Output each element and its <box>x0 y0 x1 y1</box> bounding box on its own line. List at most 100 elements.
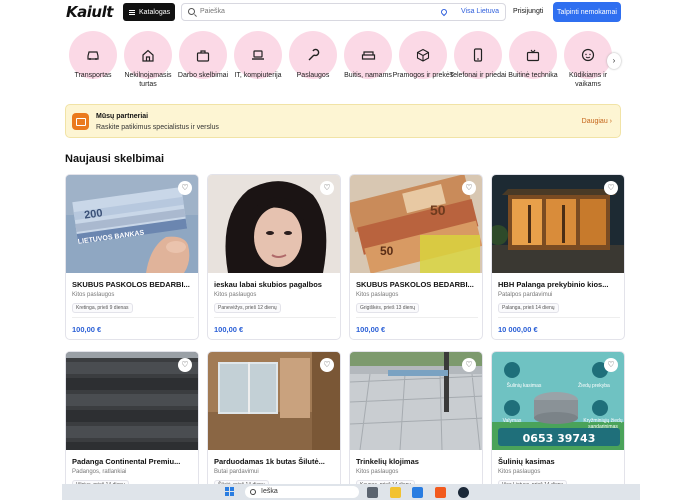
catalog-label: Katalogas <box>139 8 171 16</box>
listing-card[interactable]: ♡ Trinkelių klojimas Kitos paslaugos Kau… <box>349 351 483 500</box>
svg-text:50: 50 <box>430 202 446 218</box>
file-explorer-icon[interactable] <box>390 487 401 498</box>
favorite-heart-icon[interactable]: ♡ <box>604 358 618 372</box>
section-title: Naujausi skelbimai <box>65 153 165 165</box>
baby-icon <box>581 48 595 62</box>
listing-price: 100,00 € <box>72 325 102 334</box>
listing-card[interactable]: Šulinių kasimas Žiedų prekyba Valymas Kr… <box>491 351 625 500</box>
favorite-heart-icon[interactable]: ♡ <box>320 181 334 195</box>
category-label: Kūdikiams ir vaikams <box>568 72 608 88</box>
phone-icon <box>473 48 483 62</box>
listing-price: 100,00 € <box>356 325 386 334</box>
car-icon <box>87 51 99 60</box>
wrench-icon <box>308 48 320 61</box>
category-buitine-technika[interactable]: Buitinė technika <box>507 31 559 79</box>
listing-title[interactable]: SKUBUS PASKOLOS BEDARBI... <box>356 280 478 289</box>
search-icon <box>250 489 256 495</box>
well-ad-label: Šulinių kasimas <box>506 383 542 389</box>
category-pramogos[interactable]: Pramogos ir prekės <box>393 31 453 79</box>
divider <box>356 317 478 318</box>
category-buitis[interactable]: Buitis, namams <box>342 31 394 79</box>
favorite-heart-icon[interactable]: ♡ <box>604 181 618 195</box>
listing-category: Kitos paslaugos <box>72 292 115 298</box>
listing-category: Padangos, ratlankiai <box>72 469 127 475</box>
divider <box>498 317 620 318</box>
listing-card[interactable]: ♡ Parduodamas 1k butas Šilutė... Butai p… <box>207 351 341 500</box>
location-selector[interactable]: Visa Lietuva <box>461 8 499 15</box>
well-ad-label: Kryžminiųjų žiedų sandarinimas <box>583 418 623 430</box>
windows-start-icon[interactable] <box>225 487 235 497</box>
app-icon[interactable] <box>412 487 423 498</box>
listing-card[interactable]: ♡ Padanga Continental Premiu... Padangos… <box>65 351 199 500</box>
listing-location-tag: Palanga, prieš 14 dienų <box>498 303 559 313</box>
listing-category: Kitos paslaugos <box>498 469 541 475</box>
listing-card[interactable]: 50 50 ♡ SKUBUS PASKOLOS BEDARBI... Kitos… <box>349 174 483 340</box>
listing-card[interactable]: ♡ HBH Palanga prekybinio kios... Patalpo… <box>491 174 625 340</box>
briefcase-icon <box>196 49 210 62</box>
listing-category: Butai pardavimui <box>214 469 259 475</box>
partners-more-label: Daugiau <box>581 118 608 125</box>
listing-category: Kitos paslaugos <box>214 292 257 298</box>
brave-browser-icon[interactable] <box>435 487 446 498</box>
svg-text:200: 200 <box>83 207 103 221</box>
category-telefonai[interactable]: Telefonai ir priedai <box>450 31 506 79</box>
location-pin-icon <box>439 7 449 17</box>
favorite-heart-icon[interactable]: ♡ <box>178 358 192 372</box>
listing-title[interactable]: Padanga Continental Premiu... <box>72 457 194 466</box>
partners-subtitle: Raskite patikimus specialistus ir verslu… <box>96 124 219 131</box>
carousel-next-button[interactable]: › <box>607 53 621 69</box>
well-ad-phone: 0653 39743 <box>522 432 596 445</box>
listing-location-tag: Panevėžys, prieš 12 dienų <box>214 303 281 313</box>
box-icon <box>416 48 430 62</box>
taskbar-search[interactable]: Ieška <box>245 486 359 498</box>
divider <box>72 317 194 318</box>
listing-category: Kitos paslaugos <box>356 292 399 298</box>
favorite-heart-icon[interactable]: ♡ <box>462 181 476 195</box>
listing-category: Patalpos pardavimui <box>498 292 553 298</box>
site-logo[interactable]: Kaiult <box>66 3 113 21</box>
listing-title[interactable]: SKUBUS PASKOLOS BEDARBI... <box>72 280 194 289</box>
listing-title[interactable]: Trinkelių klojimas <box>356 457 478 466</box>
partners-title: Mūsų partneriai <box>96 113 149 120</box>
sofa-icon <box>361 51 375 60</box>
category-transportas[interactable]: Transportas <box>67 31 119 79</box>
post-ad-button[interactable]: Talpinti nemokamai <box>553 2 621 22</box>
listing-card[interactable]: ♡ ieskau labai skubios pagalbos Kitos pa… <box>207 174 341 340</box>
svg-text:50: 50 <box>380 244 394 258</box>
listing-title[interactable]: Parduodamas 1k butas Šilutė... <box>214 457 336 466</box>
listing-price: 100,00 € <box>214 325 244 334</box>
category-it[interactable]: IT, kompiuterija <box>232 31 284 79</box>
favorite-heart-icon[interactable]: ♡ <box>178 181 192 195</box>
catalog-button[interactable]: Katalogas <box>123 3 175 21</box>
divider <box>214 317 336 318</box>
steam-icon[interactable] <box>458 487 469 498</box>
listing-location-tag: Grigiškės, prieš 13 dienų <box>356 303 420 313</box>
listing-price: 10 000,00 € <box>498 325 538 334</box>
listing-card[interactable]: 200 LIETUVOS BANKAS ♡ SKUBUS PASKOLOS BE… <box>65 174 199 340</box>
listing-location-tag: Kretinga, prieš 9 dienas <box>72 303 133 313</box>
favorite-heart-icon[interactable]: ♡ <box>462 358 476 372</box>
category-darbo[interactable]: Darbo skelbimai <box>177 31 229 79</box>
menu-icon <box>129 9 135 15</box>
listing-title[interactable]: ieskau labai skubios pagalbos <box>214 280 336 289</box>
category-paslaugos[interactable]: Paslaugos <box>287 31 339 79</box>
house-icon <box>142 49 154 62</box>
search-icon <box>188 8 195 15</box>
well-ad-label: Žiedų prekyba <box>578 383 610 389</box>
category-kudikiams[interactable]: Kūdikiams ir vaikams <box>562 31 614 88</box>
listing-title[interactable]: Šulinių kasimas <box>498 457 620 466</box>
briefcase-icon <box>72 113 89 130</box>
partners-more-link[interactable]: Daugiau › <box>582 118 612 125</box>
favorite-heart-icon[interactable]: ♡ <box>320 358 334 372</box>
page: Kaiult Katalogas Paieška Visa Lietuva Pr… <box>62 0 640 500</box>
login-link[interactable]: Prisijungti <box>513 8 543 15</box>
task-view-icon[interactable] <box>367 487 378 498</box>
listing-title[interactable]: HBH Palanga prekybinio kios... <box>498 280 620 289</box>
search-bar[interactable]: Paieška Visa Lietuva <box>181 3 506 21</box>
well-ad-label: Valymas <box>502 418 522 424</box>
partners-banner[interactable]: Mūsų partneriai Raskite patikimus specia… <box>65 104 621 138</box>
category-nekilnojamasis[interactable]: Nekilnojamasis turtas <box>122 31 174 88</box>
taskbar-search-input[interactable]: Ieška <box>261 488 278 495</box>
os-taskbar: Ieška <box>62 484 640 500</box>
search-input[interactable]: Paieška <box>200 8 225 15</box>
